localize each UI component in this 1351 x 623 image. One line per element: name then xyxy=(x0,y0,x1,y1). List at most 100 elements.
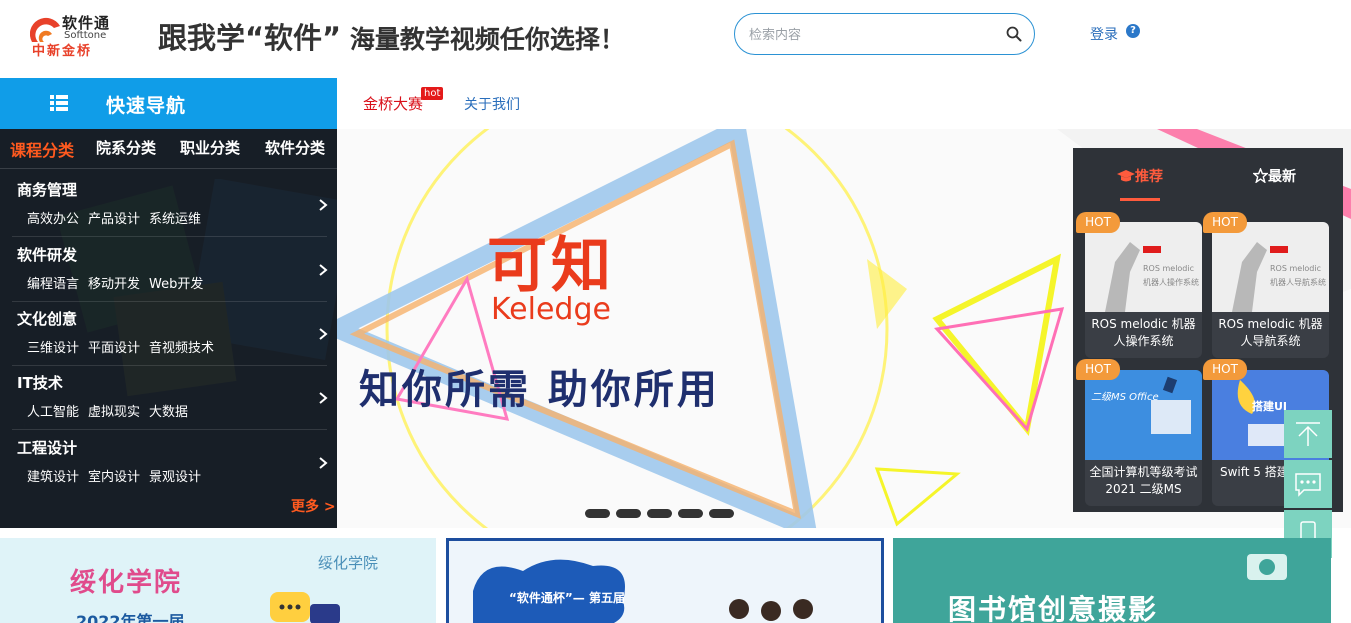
tab-latest[interactable]: 最新 xyxy=(1252,166,1296,186)
top-menu: 金桥大赛 hot 关于我们 xyxy=(337,78,1351,129)
hot-badge: HOT xyxy=(1076,359,1120,380)
chevron-right-icon[interactable] xyxy=(318,328,328,340)
slogan-main: 跟我学“软件” xyxy=(158,21,342,55)
promo-tile-suihua[interactable]: 绥化学院 2022年第一届 绥化学院 xyxy=(0,538,436,623)
tab-software-category[interactable]: 软件分类 xyxy=(265,137,325,158)
chat-button[interactable] xyxy=(1284,460,1332,508)
category-link[interactable]: 编程语言 xyxy=(27,277,79,292)
help-icon[interactable]: ? xyxy=(1126,24,1140,38)
group-divider xyxy=(12,236,327,237)
tab-course-category[interactable]: 课程分类 xyxy=(10,137,74,161)
carousel-dot[interactable] xyxy=(585,509,610,518)
chevron-right-icon[interactable] xyxy=(318,199,328,211)
chevron-right-icon[interactable] xyxy=(318,392,328,404)
category-links: 编程语言 移动开发 Web开发 xyxy=(27,273,212,292)
category-group-title[interactable]: 商务管理 xyxy=(17,179,77,200)
banner-title: 可知 xyxy=(487,231,615,301)
category-link[interactable]: 系统运维 xyxy=(149,212,201,227)
site-logo[interactable]: 软件通 Softtone 中新金桥 xyxy=(30,12,118,59)
promo-subtitle: 2022年第一届 xyxy=(76,612,185,623)
logo-brand-cn: 中新金桥 xyxy=(32,44,93,59)
category-link[interactable]: 人工智能 xyxy=(27,405,79,420)
course-card[interactable]: 二级MS Office 全国计算机等级考试 2021 二级MS xyxy=(1085,370,1202,506)
category-link[interactable]: 大数据 xyxy=(149,405,188,420)
category-group-business[interactable]: 商务管理 高效办公 产品设计 系统运维 xyxy=(0,173,337,237)
course-card[interactable]: ROS melodic 机器人操作系统 ROS melodic 机器人操作系统 xyxy=(1085,222,1202,358)
tab-recommend-label: 推荐 xyxy=(1135,169,1163,185)
category-group-title[interactable]: 软件研发 xyxy=(17,244,77,265)
category-link[interactable]: 虚拟现实 xyxy=(88,405,140,420)
chevron-right-icon[interactable] xyxy=(318,264,328,276)
graduation-cap-icon xyxy=(1117,170,1135,182)
tab-career-category[interactable]: 职业分类 xyxy=(180,137,240,158)
search-box xyxy=(734,13,1035,55)
course-card[interactable]: ROS melodic 机器人导航系统 ROS melodic 机器人导航系统 xyxy=(1212,222,1329,358)
category-link[interactable]: 三维设计 xyxy=(27,341,79,356)
category-group-title[interactable]: 文化创意 xyxy=(17,308,77,329)
category-group-title[interactable]: IT技术 xyxy=(17,372,63,393)
course-thumbnail xyxy=(1085,370,1202,460)
category-link[interactable]: 建筑设计 xyxy=(27,470,79,485)
course-title: ROS melodic 机器人导航系统 xyxy=(1218,317,1323,348)
category-links: 高效办公 产品设计 系统运维 xyxy=(27,208,210,227)
category-link[interactable]: 移动开发 xyxy=(88,277,140,292)
menu-item-about[interactable]: 关于我们 xyxy=(464,94,520,114)
category-tabs: 课程分类 院系分类 职业分类 软件分类 xyxy=(0,137,337,161)
category-link[interactable]: 产品设计 xyxy=(88,212,140,227)
carousel-dot[interactable] xyxy=(616,509,641,518)
category-group-engineering[interactable]: 工程设计 建筑设计 室内设计 景观设计 xyxy=(0,431,337,495)
category-sidebar: 课程分类 院系分类 职业分类 软件分类 商务管理 高效办公 产品设计 系统运维 软件… xyxy=(0,129,337,528)
hot-badge: HOT xyxy=(1076,212,1120,233)
group-divider xyxy=(12,429,327,430)
category-link[interactable]: Web开发 xyxy=(149,277,203,292)
camera-decoration xyxy=(1247,554,1287,580)
thumbnail-caption: ROS melodic 机器人操作系统 xyxy=(1143,264,1199,287)
promo-school-logo: 绥化学院 xyxy=(318,554,379,572)
carousel-indicators xyxy=(585,509,735,519)
carousel-dot[interactable] xyxy=(678,509,703,518)
header-slogan: 跟我学“软件” 海量教学视频任你选择！ xyxy=(158,15,625,57)
quick-nav-title: 快速导航 xyxy=(106,95,187,117)
category-links: 三维设计 平面设计 音视频技术 xyxy=(27,337,223,356)
category-group-software-dev[interactable]: 软件研发 编程语言 移动开发 Web开发 xyxy=(0,238,337,302)
category-link[interactable]: 高效办公 xyxy=(27,212,79,227)
category-link[interactable]: 室内设计 xyxy=(88,470,140,485)
tab-department-category[interactable]: 院系分类 xyxy=(96,137,156,158)
tab-underline xyxy=(1120,198,1160,201)
menu-item-competition[interactable]: 金桥大赛 xyxy=(363,93,423,114)
splash-decoration xyxy=(473,559,625,623)
category-group-title[interactable]: 工程设计 xyxy=(17,437,77,458)
login-link[interactable]: 登录 xyxy=(1090,24,1118,44)
site-header: 软件通 Softtone 中新金桥 跟我学“软件” 海量教学视频任你选择！ 登录… xyxy=(0,0,1351,78)
category-divider xyxy=(0,168,337,169)
slogan-rest: 海量教学视频任你选择！ xyxy=(341,25,625,54)
thumbnail-caption: 二级MS Office xyxy=(1091,392,1159,403)
category-link[interactable]: 景观设计 xyxy=(149,470,201,485)
carousel-dot[interactable] xyxy=(647,509,672,518)
category-group-culture[interactable]: 文化创意 三维设计 平面设计 音视频技术 xyxy=(0,302,337,366)
star-icon xyxy=(1252,167,1269,184)
chat-icon xyxy=(1295,473,1321,497)
search-input[interactable] xyxy=(749,24,989,44)
chevron-right-icon[interactable] xyxy=(318,457,328,469)
category-links: 人工智能 虚拟现实 大数据 xyxy=(27,401,197,420)
category-link[interactable]: 音视频技术 xyxy=(149,341,214,356)
carousel-dot[interactable] xyxy=(709,509,734,518)
promo-tile-competition[interactable]: “软件通杯”— 第五届 xyxy=(446,538,884,623)
back-to-top-icon xyxy=(1296,422,1320,446)
search-icon[interactable] xyxy=(1006,26,1022,42)
chat-bubble-decoration xyxy=(270,592,340,623)
thumbnail-caption: ROS melodic 机器人导航系统 xyxy=(1270,264,1326,287)
people-decoration xyxy=(729,599,813,621)
more-categories-link[interactable]: 更多 > xyxy=(291,496,336,516)
tab-recommend[interactable]: 推荐 xyxy=(1117,166,1163,186)
thumbnail-caption: 搭建UI xyxy=(1252,400,1288,413)
course-title: 全国计算机等级考试 2021 二级MS xyxy=(1089,465,1198,496)
quick-nav-header: 快速导航 xyxy=(0,78,337,129)
course-title: ROS melodic 机器人操作系统 xyxy=(1091,317,1196,348)
category-group-it[interactable]: IT技术 人工智能 虚拟现实 大数据 xyxy=(0,366,337,430)
back-to-top-button[interactable] xyxy=(1284,410,1332,458)
promo-text: “软件通杯”— 第五届 xyxy=(509,591,625,605)
promo-tile-library-photo[interactable]: 图书馆创意摄影 xyxy=(893,538,1331,623)
category-link[interactable]: 平面设计 xyxy=(88,341,140,356)
